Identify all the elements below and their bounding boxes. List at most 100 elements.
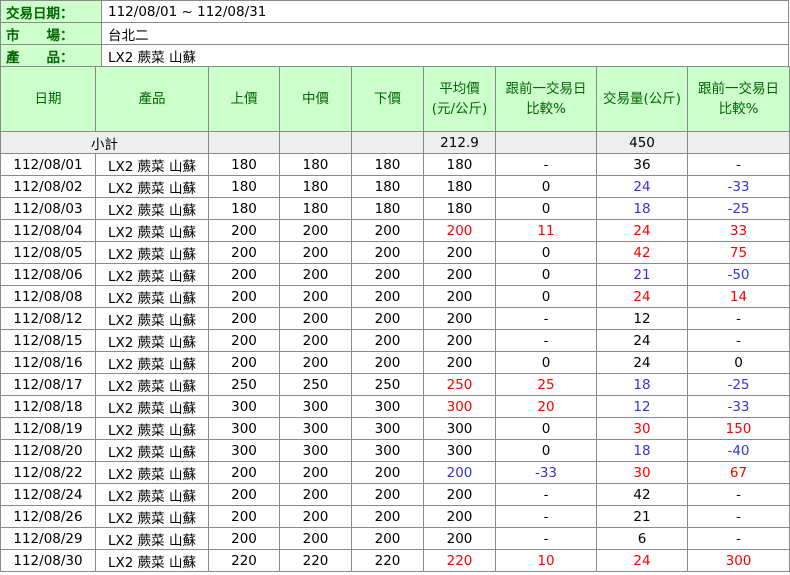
avg-price-cell: 200: [423, 505, 496, 528]
price-change-cell: 20: [495, 395, 597, 418]
avg-price-cell: 300: [423, 395, 496, 418]
avg-price-cell: 200: [423, 307, 496, 330]
volume-cell: 30: [596, 461, 688, 484]
table-row: 112/08/15 LX2 蕨菜 山蘇 200 200 200 200-24-: [0, 329, 790, 352]
upper-price-cell: 200: [208, 219, 280, 242]
middle-price-cell: 200: [279, 263, 352, 286]
header-volume: 交易量(公斤): [596, 66, 688, 132]
subtotal-upper: [208, 131, 280, 154]
upper-price-cell: 200: [208, 461, 280, 484]
table-row: 112/08/18 LX2 蕨菜 山蘇 300 300 300 300 20 12 -33: [0, 395, 790, 418]
avg-price-cell: 200: [423, 219, 496, 242]
date-cell: 112/08/20: [0, 439, 96, 462]
price-change-cell: 11: [495, 219, 597, 242]
product-cell: LX2 蕨菜 山蘇: [95, 373, 209, 396]
upper-price-cell: 180: [208, 197, 280, 220]
avg-price-cell: 250: [423, 373, 496, 396]
volume-change-cell: -: [687, 329, 790, 352]
table-row: 112/08/03 LX2 蕨菜 山蘇 180 180 180 180 0 18 -25: [0, 197, 790, 220]
product-cell: LX2 蕨菜 山蘇: [95, 241, 209, 264]
volume-change-cell: 300: [687, 549, 790, 572]
lower-price-cell: 200: [351, 241, 424, 264]
date-cell: 112/08/17: [0, 373, 96, 396]
header-price-change-line2: 比較%: [526, 101, 566, 117]
volume-change-cell: -33: [687, 175, 790, 198]
lower-price-cell: 200: [351, 329, 424, 352]
lower-price-cell: 300: [351, 417, 424, 440]
subtotal-lower: [351, 131, 424, 154]
avg-price-cell: 200: [423, 241, 496, 264]
volume-cell: 24: [596, 329, 688, 352]
date-cell: 112/08/01: [0, 153, 96, 176]
header-row: 日期 產品 上價 中價 下價 平均價 (元/公斤) 跟前一交易日 比較% 交易量(公…: [0, 66, 790, 132]
volume-change-cell: -: [687, 153, 790, 176]
price-change-cell: -: [495, 505, 597, 528]
header-price-change: 跟前一交易日 比較%: [495, 66, 597, 132]
volume-cell: 24: [596, 351, 688, 374]
price-change-cell: 0: [495, 439, 597, 462]
middle-price-cell: 220: [279, 549, 352, 572]
avg-price-cell: 180: [423, 153, 496, 176]
volume-cell: 12: [596, 395, 688, 418]
date-cell: 112/08/19: [0, 417, 96, 440]
date-cell: 112/08/06: [0, 263, 96, 286]
volume-cell: 21: [596, 263, 688, 286]
upper-price-cell: 300: [208, 395, 280, 418]
table-row: 112/08/16 LX2 蕨菜 山蘇 200 200 200 200 0 24 0: [0, 351, 790, 374]
middle-price-cell: 200: [279, 307, 352, 330]
volume-cell: 30: [596, 417, 688, 440]
avg-price-cell: 200: [423, 483, 496, 506]
price-change-cell: -: [495, 329, 597, 352]
volume-cell: 24: [596, 285, 688, 308]
volume-change-cell: 150: [687, 417, 790, 440]
price-change-cell: 0: [495, 241, 597, 264]
volume-change-cell: 33: [687, 219, 790, 242]
middle-price-cell: 300: [279, 395, 352, 418]
volume-cell: 24: [596, 219, 688, 242]
volume-change-cell: -: [687, 483, 790, 506]
table-row: 112/08/05 LX2 蕨菜 山蘇 200 200 200 200 0 42 75: [0, 241, 790, 264]
volume-change-cell: -33: [687, 395, 790, 418]
product-cell: LX2 蕨菜 山蘇: [95, 329, 209, 352]
subtotal-avg-price: 212.9: [423, 131, 496, 154]
date-cell: 112/08/22: [0, 461, 96, 484]
table-row: 112/08/22 LX2 蕨菜 山蘇 200 200 200 200 -33 30 67: [0, 461, 790, 484]
price-change-cell: 0: [495, 197, 597, 220]
product-cell: LX2 蕨菜 山蘇: [95, 417, 209, 440]
volume-change-cell: -: [687, 527, 790, 550]
market-label: 市 場：: [0, 22, 102, 45]
table-row: 112/08/26 LX2 蕨菜 山蘇 200 200 200 200-21-: [0, 505, 790, 528]
product-cell: LX2 蕨菜 山蘇: [95, 505, 209, 528]
table-row: 112/08/04 LX2 蕨菜 山蘇 200 200 200 200 11 24 33: [0, 219, 790, 242]
lower-price-cell: 200: [351, 219, 424, 242]
header-upper-price: 上價: [208, 66, 280, 132]
header-volume-change: 跟前一交易日 比較%: [687, 66, 790, 132]
date-cell: 112/08/29: [0, 527, 96, 550]
volume-cell: 18: [596, 197, 688, 220]
subtotal-middle: [279, 131, 352, 154]
table-row: 112/08/06 LX2 蕨菜 山蘇 200 200 200 200 0 21 -50: [0, 263, 790, 286]
date-range-label: 交易日期：: [0, 0, 102, 23]
volume-cell: 18: [596, 373, 688, 396]
lower-price-cell: 200: [351, 505, 424, 528]
product-cell: LX2 蕨菜 山蘇: [95, 197, 209, 220]
date-cell: 112/08/03: [0, 197, 96, 220]
lower-price-cell: 300: [351, 395, 424, 418]
table-row: 112/08/20 LX2 蕨菜 山蘇 300 300 300 300 0 18 -40: [0, 439, 790, 462]
volume-cell: 6: [596, 527, 688, 550]
lower-price-cell: 220: [351, 549, 424, 572]
product-cell: LX2 蕨菜 山蘇: [95, 483, 209, 506]
price-change-cell: 0: [495, 175, 597, 198]
middle-price-cell: 300: [279, 417, 352, 440]
date-cell: 112/08/30: [0, 549, 96, 572]
price-change-cell: -: [495, 527, 597, 550]
lower-price-cell: 180: [351, 153, 424, 176]
date-cell: 112/08/26: [0, 505, 96, 528]
lower-price-cell: 200: [351, 527, 424, 550]
header-lower-price: 下價: [351, 66, 424, 132]
table-row: 112/08/30 LX2 蕨菜 山蘇 220 220 220 220 10 24 300: [0, 549, 790, 572]
upper-price-cell: 220: [208, 549, 280, 572]
lower-price-cell: 200: [351, 263, 424, 286]
header-price-change-line1: 跟前一交易日: [505, 81, 587, 97]
price-change-cell: 0: [495, 351, 597, 374]
